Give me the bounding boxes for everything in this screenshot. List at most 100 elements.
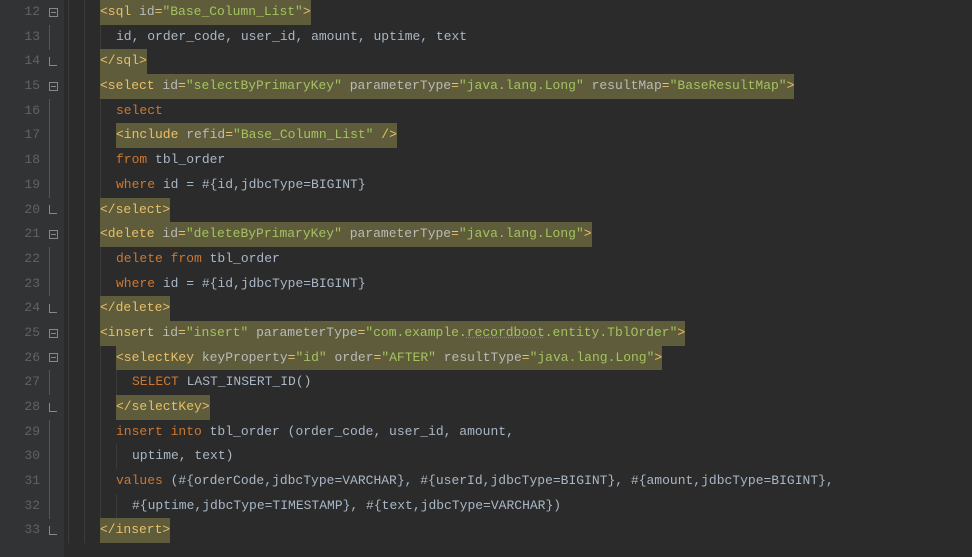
code-token: "Base_Column_List": [162, 0, 302, 25]
gutter: 1213141516171819202122232425262728293031…: [0, 0, 64, 557]
fold-marker-icon[interactable]: [48, 81, 58, 91]
indent-guide: [68, 494, 84, 519]
fold-marker-icon[interactable]: [48, 353, 58, 363]
code-token: ,: [420, 25, 436, 50]
code-token: </selectKey>: [116, 395, 210, 420]
fold-marker-icon[interactable]: [48, 7, 58, 17]
indent-guide: [84, 49, 100, 74]
indent-guide: [68, 518, 84, 543]
code-line[interactable]: from tbl_order: [64, 148, 972, 173]
fold-marker-icon[interactable]: [48, 32, 58, 42]
code-token: "selectByPrimaryKey": [186, 74, 342, 99]
indent-guide: [84, 99, 100, 124]
code-line[interactable]: values (#{orderCode,jdbcType=VARCHAR}, #…: [64, 469, 972, 494]
indent-guide: [84, 0, 100, 25]
code-token: "BaseResultMap": [670, 74, 787, 99]
code-line[interactable]: insert into tbl_order (order_code, user_…: [64, 420, 972, 445]
fold-marker-icon[interactable]: [48, 526, 58, 536]
indent-guide: [100, 346, 116, 371]
indent-guide: [68, 247, 84, 272]
fold-marker-icon[interactable]: [48, 57, 58, 67]
code-token: [584, 74, 592, 99]
code-area[interactable]: <sql id="Base_Column_List">id, order_cod…: [64, 0, 972, 557]
code-line[interactable]: </insert>: [64, 518, 972, 543]
code-token: </select>: [100, 198, 170, 223]
fold-marker-icon[interactable]: [48, 230, 58, 240]
code-token: =: [522, 346, 530, 371]
indent-guide: [100, 247, 116, 272]
code-token: ,: [132, 25, 148, 50]
line-number: 33: [0, 518, 60, 543]
code-token: </delete>: [100, 296, 170, 321]
fold-marker-icon[interactable]: [48, 501, 58, 511]
fold-marker-icon[interactable]: [48, 378, 58, 388]
code-line[interactable]: <selectKey keyProperty="id" order="AFTER…: [64, 346, 972, 371]
code-line[interactable]: <select id="selectByPrimaryKey" paramete…: [64, 74, 972, 99]
fold-marker-icon[interactable]: [48, 279, 58, 289]
indent-guide: [84, 321, 100, 346]
code-line[interactable]: id, order_code, user_id, amount, uptime,…: [64, 25, 972, 50]
code-line[interactable]: where id = #{id,jdbcType=BIGINT}: [64, 173, 972, 198]
indent-guide: [100, 272, 116, 297]
line-number: 31: [0, 469, 60, 494]
code-line[interactable]: #{uptime,jdbcType=TIMESTAMP}, #{text,jdb…: [64, 494, 972, 519]
indent-guide: [84, 346, 100, 371]
code-line[interactable]: uptime, text): [64, 444, 972, 469]
fold-marker-icon[interactable]: [48, 476, 58, 486]
code-editor[interactable]: 1213141516171819202122232425262728293031…: [0, 0, 972, 557]
fold-marker-icon[interactable]: [48, 180, 58, 190]
fold-marker-icon[interactable]: [48, 304, 58, 314]
code-line[interactable]: SELECT LAST_INSERT_ID(): [64, 370, 972, 395]
code-line[interactable]: <sql id="Base_Column_List">: [64, 0, 972, 25]
code-line[interactable]: select: [64, 99, 972, 124]
code-line[interactable]: </selectKey>: [64, 395, 972, 420]
indent-guide: [84, 25, 100, 50]
code-token: uptime, text): [132, 444, 233, 469]
indent-guide: [84, 148, 100, 173]
fold-marker-icon[interactable]: [48, 155, 58, 165]
code-line[interactable]: </sql>: [64, 49, 972, 74]
fold-marker-icon[interactable]: [48, 328, 58, 338]
fold-marker-icon[interactable]: [48, 452, 58, 462]
fold-marker-icon[interactable]: [48, 205, 58, 215]
indent-guide: [84, 173, 100, 198]
code-token: where: [116, 173, 155, 198]
fold-marker-icon[interactable]: [48, 131, 58, 141]
indent-guide: [100, 494, 116, 519]
code-line[interactable]: <include refid="Base_Column_List" />: [64, 123, 972, 148]
code-line[interactable]: delete from tbl_order: [64, 247, 972, 272]
indent-guide: [84, 296, 100, 321]
code-token: values: [116, 469, 163, 494]
indent-guide: [84, 370, 100, 395]
code-token: #{uptime,jdbcType=TIMESTAMP}, #{text,jdb…: [132, 494, 561, 519]
code-token: =: [178, 74, 186, 99]
indent-guide: [84, 395, 100, 420]
fold-marker-icon[interactable]: [48, 106, 58, 116]
code-line[interactable]: <delete id="deleteByPrimaryKey" paramete…: [64, 222, 972, 247]
code-token: parameterType: [350, 74, 451, 99]
code-token: tbl_order: [202, 247, 280, 272]
code-token: text: [436, 25, 467, 50]
code-token: <sql: [100, 0, 139, 25]
code-line[interactable]: </delete>: [64, 296, 972, 321]
fold-marker-icon[interactable]: [48, 402, 58, 412]
code-line[interactable]: where id = #{id,jdbcType=BIGINT}: [64, 272, 972, 297]
code-token: =: [155, 0, 163, 25]
indent-guide: [68, 148, 84, 173]
code-line[interactable]: </select>: [64, 198, 972, 223]
code-token: [327, 346, 335, 371]
code-token: <insert: [100, 321, 162, 346]
fold-marker-icon[interactable]: [48, 254, 58, 264]
indent-guide: [68, 49, 84, 74]
fold-marker-icon[interactable]: [48, 427, 58, 437]
indent-guide: [100, 395, 116, 420]
code-token: "Base_Column_List": [233, 123, 373, 148]
code-token: id: [162, 321, 178, 346]
code-line[interactable]: <insert id="insert" parameterType="com.e…: [64, 321, 972, 346]
indent-guide: [84, 247, 100, 272]
indent-guide: [84, 198, 100, 223]
code-token: id: [162, 74, 178, 99]
line-number: 19: [0, 173, 60, 198]
code-token: select: [116, 99, 163, 124]
indent-guide: [100, 370, 116, 395]
